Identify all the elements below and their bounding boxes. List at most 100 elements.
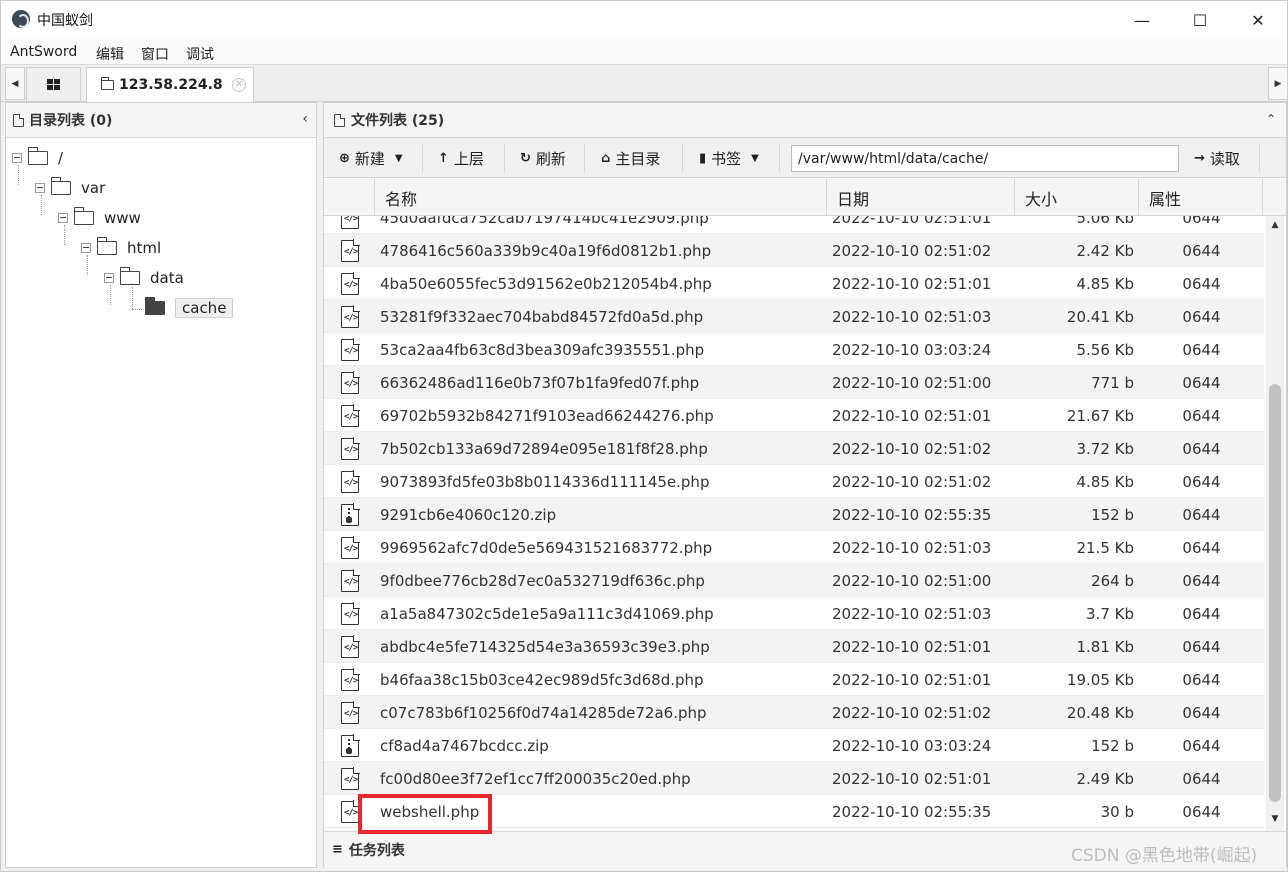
tree-node-var[interactable]: var: [35, 177, 105, 199]
collapse-toggle-icon[interactable]: [81, 243, 91, 253]
refresh-button[interactable]: ↻ 刷新: [520, 142, 566, 174]
column-header-size[interactable]: 大小: [1015, 179, 1139, 216]
table-row[interactable]: 9291cb6e4060c120.zip 2022-10-10 02:55:35 1…: [324, 498, 1264, 531]
collapse-toggle-icon[interactable]: [104, 273, 114, 283]
file-attr: 0644: [1182, 670, 1221, 689]
file-attr: 0644: [1182, 307, 1221, 326]
read-button[interactable]: → 读取: [1194, 142, 1240, 174]
table-row[interactable]: </> 69702b5932b84271f9103ead66244276.php 2…: [324, 399, 1264, 432]
table-row[interactable]: cf8ad4a7467bcdcc.zip 2022-10-10 03:03:24 1…: [324, 729, 1264, 762]
column-header-icon: [324, 179, 375, 216]
zip-file-icon: [341, 502, 360, 526]
file-date: 2022-10-10 02:55:35: [832, 802, 992, 821]
tree-node-root[interactable]: /: [12, 147, 63, 169]
tab-bar: ◀ 123.58.224.8 ✕ ▶: [1, 65, 1288, 102]
collapse-toggle-icon[interactable]: [58, 213, 68, 223]
collapse-up-icon[interactable]: ⌃: [1266, 112, 1276, 126]
folder-outline-icon: [13, 113, 24, 127]
table-row[interactable]: </> webshell.php 2022-10-10 02:55:35 30 b 06…: [324, 795, 1264, 828]
arrow-up-icon: ↑: [438, 150, 449, 166]
tab-host[interactable]: 123.58.224.8 ✕: [86, 67, 254, 102]
arrow-right-icon: →: [1194, 150, 1205, 166]
file-size: 19.05 Kb: [1066, 670, 1134, 689]
file-date: 2022-10-10 02:55:35: [832, 505, 992, 524]
file-name: 4ba50e6055fec53d91562e0b212054b4.php: [380, 274, 712, 293]
table-row[interactable]: </> 4ba50e6055fec53d91562e0b212054b4.php 2…: [324, 267, 1264, 300]
new-button[interactable]: ⊕ 新建 ▼: [339, 142, 403, 174]
file-attr: 0644: [1182, 604, 1221, 623]
bookmark-button[interactable]: ▮ 书签 ▼: [699, 142, 759, 174]
title-bar: 中国蚁剑 — ☐ ✕: [1, 1, 1287, 39]
file-list-panel: 文件列表 (25) ⌃ ⊕ 新建 ▼ ↑ 上层 ↻ 刷新 ⌂ 主目录 ▮ 书签 …: [323, 102, 1287, 867]
file-date: 2022-10-10 03:03:24: [832, 340, 992, 359]
php-file-icon: </>: [341, 469, 360, 493]
table-row[interactable]: </> b46faa38c15b03ce42ec989d5fc3d68d.php 2…: [324, 663, 1264, 696]
scroll-up-icon[interactable]: ▲: [1266, 220, 1284, 232]
close-button[interactable]: ✕: [1229, 1, 1287, 39]
vertical-scrollbar[interactable]: ▲ ▼: [1266, 216, 1284, 831]
up-level-button[interactable]: ↑ 上层: [438, 142, 484, 174]
path-input[interactable]: [791, 145, 1179, 172]
tree-node-www[interactable]: www: [58, 207, 141, 229]
tree-label-selected: cache: [175, 298, 234, 318]
table-row[interactable]: </> 66362486ad116e0b73f07b1fa9fed07f.php 2…: [324, 366, 1264, 399]
table-row[interactable]: </> 9073893fd5fe03b8b0114336d111145e.php 2…: [324, 465, 1264, 498]
table-row[interactable]: </> 53281f9f332aec704babd84572fd0a5d.php 2…: [324, 300, 1264, 333]
menu-window[interactable]: 窗口: [141, 44, 169, 64]
collapse-toggle-icon[interactable]: [35, 183, 45, 193]
file-size: 4.85 Kb: [1076, 472, 1134, 491]
file-icon-cell: </>: [324, 795, 376, 828]
folder-icon: [51, 177, 71, 195]
file-icon-cell: </>: [324, 465, 376, 498]
directory-panel-header: 目录列表 (0) ‹: [6, 103, 316, 138]
tree-node-data[interactable]: data: [104, 267, 184, 289]
menu-bar: AntSword 编辑 窗口 调试: [1, 39, 1287, 65]
file-name: cf8ad4a7467bcdcc.zip: [380, 736, 549, 755]
file-attr: 0644: [1182, 571, 1221, 590]
table-row[interactable]: </> 7b502cb133a69d72894e095e181f8f28.php 2…: [324, 432, 1264, 465]
table-row[interactable]: </> 45d0aafdca752cab7197414bc41e2909.php 2…: [324, 216, 1264, 234]
file-date: 2022-10-10 02:51:03: [832, 538, 992, 557]
table-row[interactable]: </> 4786416c560a339b9c40a19f6d0812b1.php 2…: [324, 234, 1264, 267]
refresh-icon: ↻: [520, 150, 531, 166]
tab-close-icon[interactable]: ✕: [232, 78, 246, 92]
minimize-button[interactable]: —: [1113, 1, 1171, 39]
tree-node-cache[interactable]: cache: [145, 297, 234, 319]
tab-home[interactable]: [26, 67, 81, 101]
table-row[interactable]: </> c07c783b6f10256f0d74a14285de72a6.php 2…: [324, 696, 1264, 729]
table-row[interactable]: </> abdbc4e5fe714325d54e3a36593c39e3.php 2…: [324, 630, 1264, 663]
file-date: 2022-10-10 02:51:01: [832, 637, 992, 656]
file-size: 771 b: [1091, 373, 1134, 392]
table-row[interactable]: </> a1a5a847302c5de1e5a9a111c3d41069.php 2…: [324, 597, 1264, 630]
php-file-icon: </>: [341, 601, 360, 625]
column-header-date[interactable]: 日期: [827, 179, 1015, 216]
menu-edit[interactable]: 编辑: [96, 44, 124, 64]
tab-scroll-right-button[interactable]: ▶: [1268, 67, 1288, 100]
home-directory-button[interactable]: ⌂ 主目录: [601, 142, 660, 174]
file-name: 53ca2aa4fb63c8d3bea309afc3935551.php: [380, 340, 705, 359]
table-row[interactable]: </> 9969562afc7d0de5e569431521683772.php 2…: [324, 531, 1264, 564]
menu-antsword[interactable]: AntSword: [10, 44, 77, 60]
tab-scroll-left-button[interactable]: ◀: [5, 67, 25, 100]
file-icon-cell: </>: [324, 300, 376, 333]
file-size: 20.48 Kb: [1066, 703, 1134, 722]
collapse-left-icon[interactable]: ‹: [302, 111, 308, 127]
maximize-button[interactable]: ☐: [1171, 1, 1229, 39]
scrollbar-thumb[interactable]: [1269, 384, 1281, 802]
file-icon-cell: [324, 729, 376, 762]
file-icon-cell: </>: [324, 216, 376, 234]
scroll-down-icon[interactable]: ▼: [1266, 814, 1284, 826]
collapse-toggle-icon[interactable]: [12, 153, 22, 163]
column-header-name[interactable]: 名称: [375, 179, 827, 216]
watermark: CSDN @黑色地带(崛起): [1071, 846, 1258, 866]
table-row[interactable]: </> 9f0dbee776cb28d7ec0a532719df636c.php 2…: [324, 564, 1264, 597]
table-row[interactable]: </> 53ca2aa4fb63c8d3bea309afc3935551.php 2…: [324, 333, 1264, 366]
chevron-down-icon: ▼: [751, 152, 759, 164]
menu-debug[interactable]: 调试: [186, 44, 214, 64]
file-name: 45d0aafdca752cab7197414bc41e2909.php: [380, 216, 709, 227]
file-size: 30 b: [1100, 802, 1134, 821]
column-header-attr[interactable]: 属性: [1139, 179, 1263, 216]
file-attr: 0644: [1182, 802, 1221, 821]
table-row[interactable]: </> fc00d80ee3f72ef1cc7ff200035c20ed.php 2…: [324, 762, 1264, 795]
tree-node-html[interactable]: html: [81, 237, 161, 259]
